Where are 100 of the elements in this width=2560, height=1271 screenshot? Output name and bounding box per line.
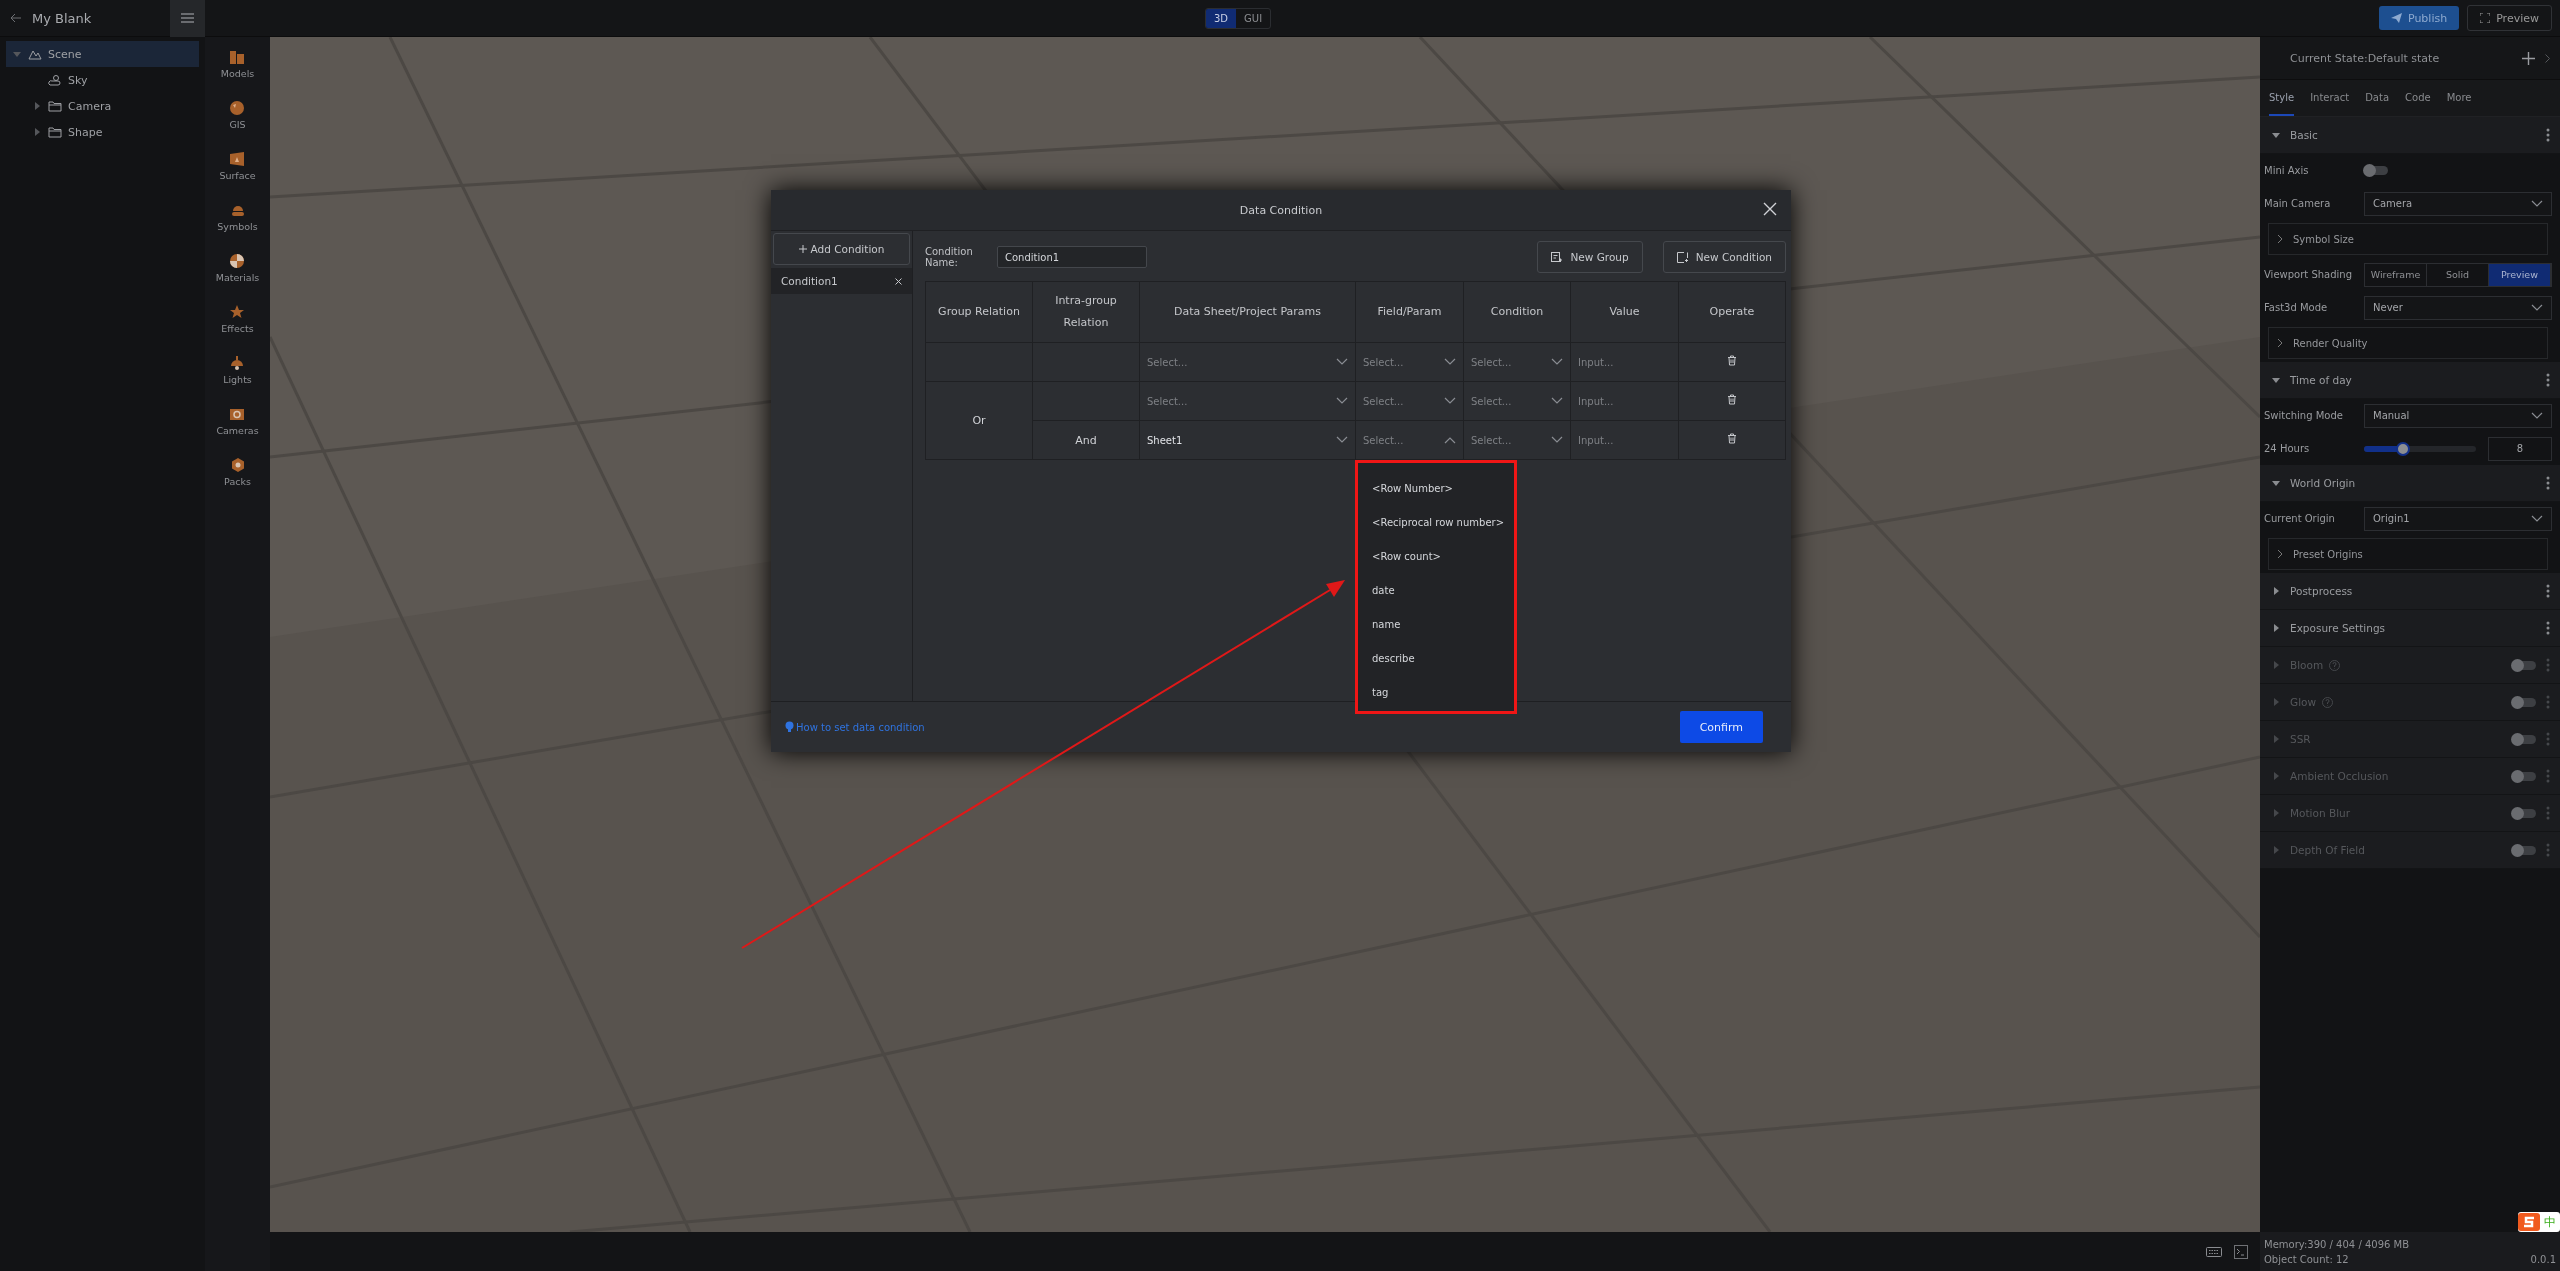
dropdown-option[interactable]: <Row count>	[1372, 539, 1504, 573]
select-field[interactable]: Origin1	[2364, 506, 2552, 531]
tree-item[interactable]: Camera	[26, 93, 199, 119]
caret-up-icon	[1444, 436, 1456, 444]
select-field[interactable]: Camera	[2364, 191, 2552, 216]
close-icon[interactable]	[1763, 202, 1777, 216]
select-field[interactable]: Select...	[1465, 383, 1569, 419]
select-field[interactable]: Select...	[1141, 383, 1354, 419]
more-icon[interactable]	[2546, 584, 2550, 598]
dropdown-option[interactable]: date	[1372, 573, 1504, 607]
new-condition-button[interactable]: New Condition	[1662, 241, 1786, 273]
chevron-right-icon[interactable]	[2545, 53, 2550, 63]
trash-icon[interactable]	[1727, 433, 1737, 444]
close-icon[interactable]	[895, 277, 902, 285]
palette-item[interactable]: Materials	[215, 253, 260, 283]
dropdown-option[interactable]: <Reciprocal row number>	[1372, 505, 1504, 539]
help-link[interactable]: How to set data condition	[785, 721, 925, 733]
mode-tab[interactable]: 3D	[1206, 8, 1237, 28]
group-relation: Or	[972, 414, 986, 427]
toggle-switch[interactable]	[2364, 166, 2388, 175]
publish-button[interactable]: Publish	[2378, 6, 2460, 30]
palette-item[interactable]: Effects	[221, 304, 254, 334]
section-header[interactable]: Basic	[2260, 117, 2560, 154]
more-icon[interactable]	[2546, 476, 2550, 490]
panel-tab[interactable]: More	[2446, 80, 2472, 116]
caret-down-icon	[1551, 436, 1563, 444]
more-icon[interactable]	[2546, 128, 2550, 142]
select-field[interactable]: Select...	[1357, 422, 1462, 458]
tree-item[interactable]: Scene	[6, 41, 199, 67]
select-field[interactable]: Manual	[2364, 403, 2552, 428]
collapsible-group[interactable]: Render Quality	[2268, 327, 2548, 359]
terminal-icon[interactable]	[2234, 1244, 2248, 1259]
panel-tab[interactable]: Data	[2365, 80, 2390, 116]
caret-right-icon[interactable]	[33, 128, 41, 136]
property-label: Current Origin	[2264, 513, 2336, 524]
section-header[interactable]: Exposure Settings	[2260, 610, 2560, 647]
palette-item[interactable]: Models	[220, 49, 255, 79]
tree-item[interactable]: Sky	[26, 67, 199, 93]
confirm-button[interactable]: Confirm	[1679, 711, 1763, 743]
dropdown-option[interactable]: name	[1372, 607, 1504, 641]
panel-tab[interactable]: Interact	[2310, 80, 2350, 116]
dropdown-option[interactable]: <Row Number>	[1372, 471, 1504, 505]
more-icon[interactable]	[2546, 621, 2550, 635]
version-label: 0.0.1	[2530, 1253, 2556, 1265]
menu-icon	[181, 13, 194, 23]
property-label: Main Camera	[2264, 198, 2332, 209]
plus-icon[interactable]	[2522, 51, 2535, 65]
number-field[interactable]: 8	[2488, 436, 2552, 461]
folder-icon	[48, 100, 62, 112]
preview-button[interactable]: Preview	[2467, 5, 2552, 31]
select-field[interactable]: Select...	[1357, 344, 1462, 380]
select-field[interactable]: Sheet1	[1141, 422, 1354, 458]
select-field[interactable]: Never	[2364, 295, 2552, 320]
section-header[interactable]: Time of day	[2260, 362, 2560, 399]
panel-tab[interactable]: Code	[2405, 80, 2431, 116]
collapsible-group[interactable]: Preset Origins	[2268, 538, 2548, 570]
more-icon[interactable]	[2546, 373, 2550, 387]
section-header[interactable]: World Origin	[2260, 465, 2560, 502]
menu-button[interactable]	[170, 0, 205, 37]
caret-right-icon	[2272, 587, 2280, 595]
dropdown-option[interactable]: tag	[1372, 675, 1504, 709]
dropdown-option[interactable]: describe	[1372, 641, 1504, 675]
column-header: Field/Param	[1377, 305, 1442, 318]
column-header: Condition	[1490, 305, 1544, 318]
caret-down-icon	[2531, 303, 2543, 312]
column-header: Group Relation	[938, 305, 1020, 318]
palette-item[interactable]: GIS	[229, 100, 246, 130]
caret-down-icon[interactable]	[13, 50, 21, 58]
section-title: Bloom	[2290, 659, 2324, 671]
palette-item[interactable]: Cameras	[216, 406, 259, 436]
add-condition-button[interactable]: Add Condition	[773, 233, 910, 265]
back-arrow-icon[interactable]	[10, 13, 22, 23]
palette-item[interactable]: Lights	[223, 355, 252, 385]
select-field[interactable]: Select...	[1357, 383, 1462, 419]
caret-down-icon	[2531, 514, 2543, 523]
segment-button[interactable]: Preview	[2489, 263, 2551, 286]
palette-item[interactable]: Symbols	[217, 202, 258, 232]
palette-item[interactable]: Packs	[224, 457, 251, 487]
chevron-right-icon	[2277, 338, 2283, 348]
section-title: Depth Of Field	[2290, 844, 2365, 856]
palette-item[interactable]: Surface	[219, 151, 256, 181]
condition-list-item[interactable]: Condition1	[771, 268, 912, 294]
condition-name-field[interactable]: Condition1	[997, 246, 1147, 268]
new-group-button[interactable]: New Group	[1537, 241, 1643, 273]
caret-right-icon	[2272, 735, 2280, 743]
section-header[interactable]: Postprocess	[2260, 573, 2560, 610]
trash-icon[interactable]	[1727, 355, 1737, 366]
select-field[interactable]: Select...	[1141, 344, 1354, 380]
camera-icon	[229, 406, 246, 422]
tree-item[interactable]: Shape	[26, 119, 199, 145]
select-field[interactable]: Select...	[1465, 344, 1569, 380]
keyboard-icon[interactable]	[2206, 1246, 2222, 1257]
select-field[interactable]: Select...	[1465, 422, 1569, 458]
caret-right-icon[interactable]	[33, 102, 41, 110]
segment-button[interactable]: Wireframe	[2365, 263, 2427, 286]
mode-tab[interactable]: GUI	[1236, 8, 1271, 28]
trash-icon[interactable]	[1727, 394, 1737, 405]
caret-down-icon	[2272, 131, 2280, 139]
hexagon-icon	[229, 457, 246, 473]
collapsible-group[interactable]: Symbol Size	[2268, 223, 2548, 255]
